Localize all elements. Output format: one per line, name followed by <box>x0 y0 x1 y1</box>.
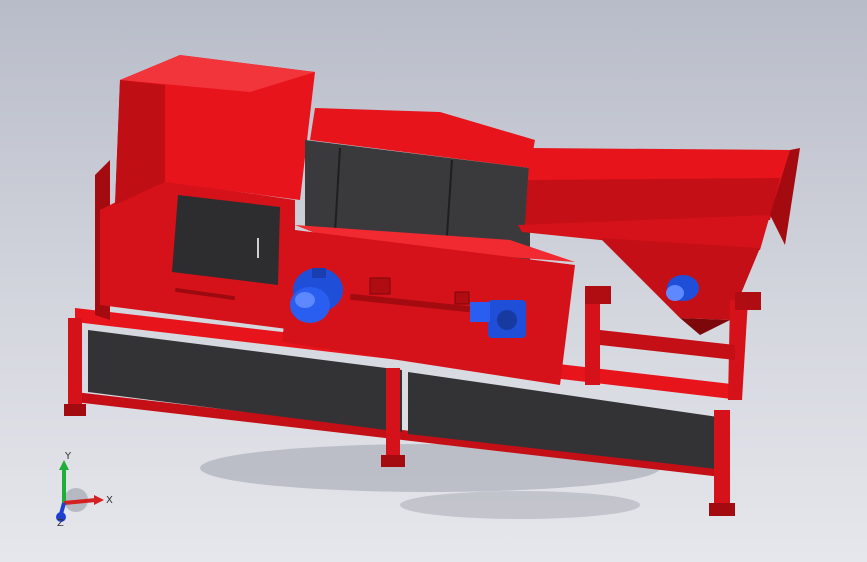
frame-foot <box>64 404 86 416</box>
separator-machine-model[interactable] <box>0 0 867 562</box>
x-axis-arrow-icon <box>94 495 104 505</box>
indicator-plate <box>369 277 391 295</box>
motor-highlight <box>295 292 315 308</box>
access-door[interactable] <box>172 195 280 285</box>
z-axis-label: Z <box>57 518 64 528</box>
frame-foot <box>709 503 735 516</box>
frame-foot <box>381 455 405 467</box>
ground-shadow <box>400 491 640 519</box>
support-brace <box>600 330 735 360</box>
3d-viewport[interactable]: Y X Z <box>0 0 867 562</box>
spring-mount <box>585 286 611 304</box>
frame-leg <box>386 368 400 463</box>
gearbox-mount <box>470 302 490 322</box>
feeder-hopper-shadow <box>680 318 730 335</box>
motor-terminal-box <box>312 268 326 278</box>
support-leg <box>585 290 600 385</box>
y-axis-label: Y <box>64 451 72 462</box>
coordinate-triad: Y X Z <box>56 451 113 528</box>
feeder-motor-end <box>666 285 684 301</box>
gearbox-shaft <box>497 310 517 330</box>
feed-housing[interactable] <box>95 55 315 330</box>
indicator-plate <box>454 291 470 305</box>
spring-mount <box>735 292 761 310</box>
frame-leg <box>68 318 82 410</box>
frame-leg <box>714 410 730 510</box>
x-axis-label: X <box>106 495 113 506</box>
